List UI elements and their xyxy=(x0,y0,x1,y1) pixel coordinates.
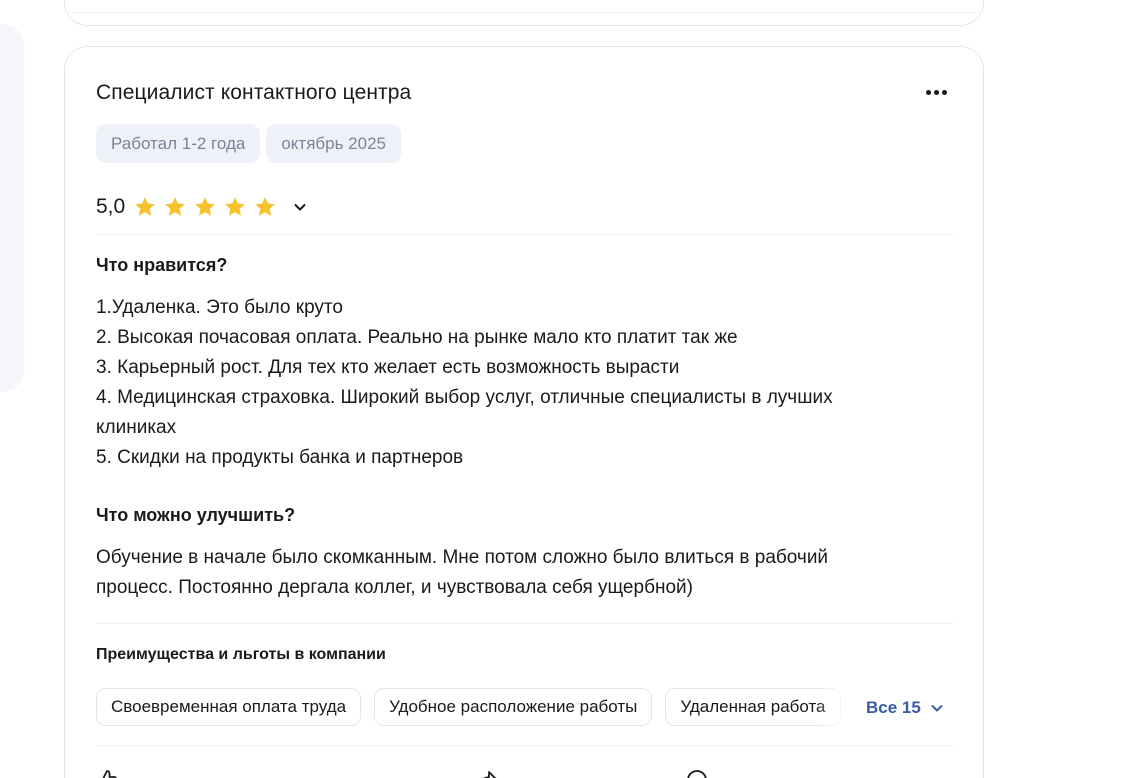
chips-fade-overlay xyxy=(816,688,861,728)
share-icon xyxy=(483,771,497,778)
likes-line: 2. Высокая почасовая оплата. Реально на … xyxy=(96,327,738,348)
star-icon xyxy=(225,197,246,216)
benefit-chip[interactable]: Удобное расположение работы xyxy=(374,688,653,726)
share-button[interactable] xyxy=(476,769,498,778)
tag-experience: Работал 1-2 года xyxy=(96,124,261,163)
divider xyxy=(96,623,953,624)
benefit-chip[interactable]: Удаленная работа xyxy=(665,688,841,726)
likes-line: 4. Медицинская страховка. Широкий выбор … xyxy=(96,387,833,408)
review-card: Специалист контактного центра Работал 1-… xyxy=(64,46,984,778)
review-tags: Работал 1-2 года октябрь 2025 xyxy=(96,124,401,163)
more-options-button[interactable] xyxy=(920,79,952,105)
chevron-down-icon xyxy=(931,705,943,712)
comment-icon xyxy=(687,770,707,778)
review-actions xyxy=(96,769,953,778)
top-divider xyxy=(64,12,984,13)
comment-button[interactable] xyxy=(686,769,708,778)
likes-line: клиниках xyxy=(96,417,177,438)
rating-stars xyxy=(133,195,277,219)
star-icon xyxy=(195,197,216,216)
divider xyxy=(96,745,953,746)
star-icon xyxy=(165,197,186,216)
improve-heading: Что можно улучшить? xyxy=(96,505,296,525)
thumbs-up-icon xyxy=(102,770,117,778)
left-side-panel xyxy=(0,24,24,392)
improve-text: Обучение в начале было скомканным. Мне п… xyxy=(96,543,926,603)
likes-text: 1.Удаленка. Это было круто 2. Высокая по… xyxy=(96,293,926,473)
likes-line: 3. Карьерный рост. Для тех кто желает ес… xyxy=(96,357,680,378)
improve-line: Обучение в начале было скомканным. Мне п… xyxy=(96,547,829,568)
divider xyxy=(96,234,953,235)
show-all-label: Все 15 xyxy=(866,698,921,717)
show-all-benefits-button[interactable]: Все 15 xyxy=(866,695,945,721)
helpful-button[interactable] xyxy=(96,769,118,778)
tag-date: октябрь 2025 xyxy=(266,124,401,163)
rating-value: 5,0 xyxy=(96,195,126,218)
likes-heading: Что нравится? xyxy=(96,255,228,275)
chevron-down-icon xyxy=(294,204,306,211)
page: Специалист контактного центра Работал 1-… xyxy=(0,0,1129,778)
improve-line: процесс. Постоянно дергала коллег, и чув… xyxy=(96,577,693,598)
star-icon xyxy=(135,197,156,216)
benefits-chips: Своевременная оплата труда Удобное распо… xyxy=(96,688,856,728)
benefits-heading: Преимущества и льготы в компании xyxy=(96,646,386,663)
likes-line: 5. Скидки на продукты банка и партнеров xyxy=(96,447,464,468)
star-icon xyxy=(255,197,276,216)
benefit-chip[interactable]: Своевременная оплата труда xyxy=(96,688,362,726)
rating-row: 5,0 xyxy=(96,193,311,221)
rating-details-toggle[interactable] xyxy=(289,196,311,218)
previous-review-card xyxy=(64,0,984,26)
likes-line: 1.Удаленка. Это было круто xyxy=(96,297,343,318)
review-title: Специалист контактного центра xyxy=(96,81,412,104)
more-horizontal-icon xyxy=(925,89,947,95)
